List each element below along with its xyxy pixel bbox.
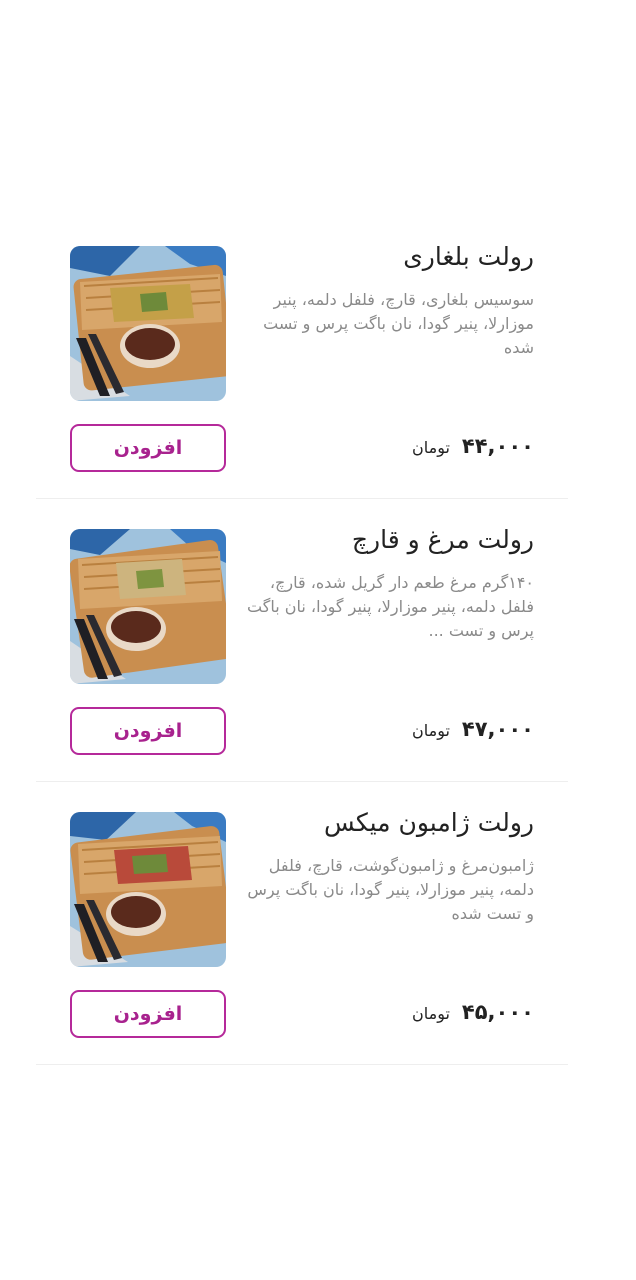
add-button[interactable]: افزودن <box>70 990 226 1038</box>
food-photo-icon <box>70 529 226 684</box>
price-currency: تومان <box>412 438 450 457</box>
food-photo-icon <box>70 246 226 401</box>
price-currency: تومان <box>412 721 450 740</box>
price-amount: ۴۷,۰۰۰ <box>461 717 534 741</box>
item-price: ۴۷,۰۰۰ تومان <box>412 717 534 741</box>
item-title: رولت مرغ و قارچ <box>351 525 534 554</box>
food-image[interactable] <box>70 812 226 967</box>
menu-item[interactable]: رولت ژامبون میکس ژامبون‌مرغ و ژامبون‌گوش… <box>36 782 568 1065</box>
food-image[interactable] <box>70 529 226 684</box>
item-price: ۴۵,۰۰۰ تومان <box>412 1000 534 1024</box>
item-title: رولت ژامبون میکس <box>323 808 534 837</box>
item-title: رولت بلغاری <box>403 242 534 271</box>
menu-item[interactable]: رولت بلغاری سوسیس بلغاری، قارچ، فلفل دلم… <box>36 216 568 499</box>
price-amount: ۴۵,۰۰۰ <box>461 1000 534 1024</box>
add-button[interactable]: افزودن <box>70 424 226 472</box>
price-currency: تومان <box>412 1004 450 1023</box>
add-button[interactable]: افزودن <box>70 707 226 755</box>
menu-list: رولت بلغاری سوسیس بلغاری، قارچ، فلفل دلم… <box>36 216 568 1065</box>
food-image[interactable] <box>70 246 226 401</box>
item-description: ۱۴۰گرم مرغ طعم دار گریل شده، قارچ، فلفل … <box>247 573 534 640</box>
menu-item[interactable]: رولت مرغ و قارچ ۱۴۰گرم مرغ طعم دار گریل … <box>36 499 568 782</box>
item-price: ۴۴,۰۰۰ تومان <box>412 434 534 458</box>
price-amount: ۴۴,۰۰۰ <box>461 434 534 458</box>
item-description: ژامبون‌مرغ و ژامبون‌گوشت، قارچ، فلفل دلم… <box>247 856 534 923</box>
item-description: سوسیس بلغاری، قارچ، فلفل دلمه، پنیر موزا… <box>263 290 534 357</box>
food-photo-icon <box>70 812 226 967</box>
